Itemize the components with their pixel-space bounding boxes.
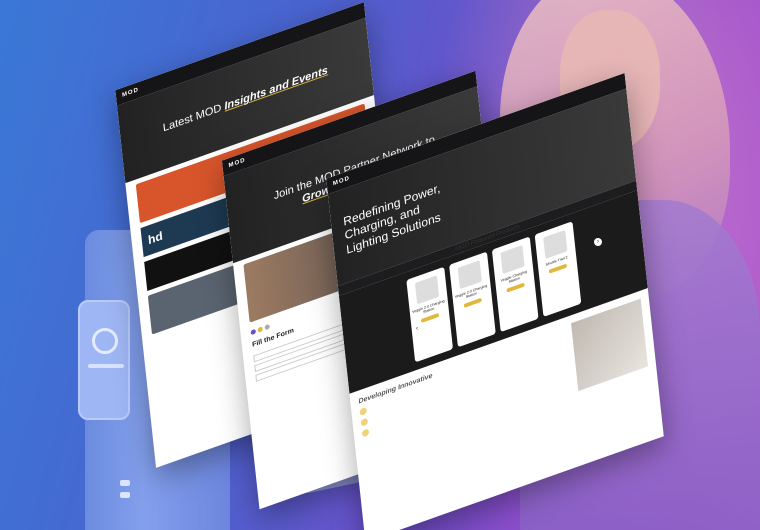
site-logo: MOD (332, 175, 351, 188)
pod-label (88, 364, 124, 368)
product-card[interactable]: Veggie 2.0 Charging Station (448, 251, 496, 348)
leaf-icon (361, 428, 370, 438)
product-image (542, 230, 567, 260)
view-button[interactable] (463, 297, 482, 309)
product-card[interactable]: Shuttle Trail 2 (534, 221, 581, 318)
carousel-prev-arrow-icon[interactable]: ‹ (413, 325, 421, 333)
view-button[interactable] (420, 313, 439, 324)
charging-pod-left (78, 300, 130, 420)
usb-port-icon (120, 492, 130, 498)
power-ring-icon (92, 328, 118, 354)
carousel-next-arrow-icon[interactable]: › (594, 238, 602, 246)
site-logo: MOD (121, 86, 140, 99)
bulb-icon (359, 406, 368, 417)
feature-image (571, 298, 648, 392)
view-button[interactable] (548, 263, 567, 274)
hero-title: Redefining Power, Charging, and Lighting… (342, 180, 442, 257)
product-card[interactable]: Veggie Charging Station (491, 236, 539, 333)
product-image (499, 245, 525, 275)
usb-port-icon (120, 480, 130, 486)
view-button[interactable] (505, 282, 525, 293)
product-image (414, 275, 439, 305)
product-card[interactable]: Veggie 2.0 Charging Station (405, 266, 453, 363)
site-logo: MOD (228, 157, 246, 170)
bolt-icon (360, 417, 369, 427)
product-image (457, 260, 482, 290)
